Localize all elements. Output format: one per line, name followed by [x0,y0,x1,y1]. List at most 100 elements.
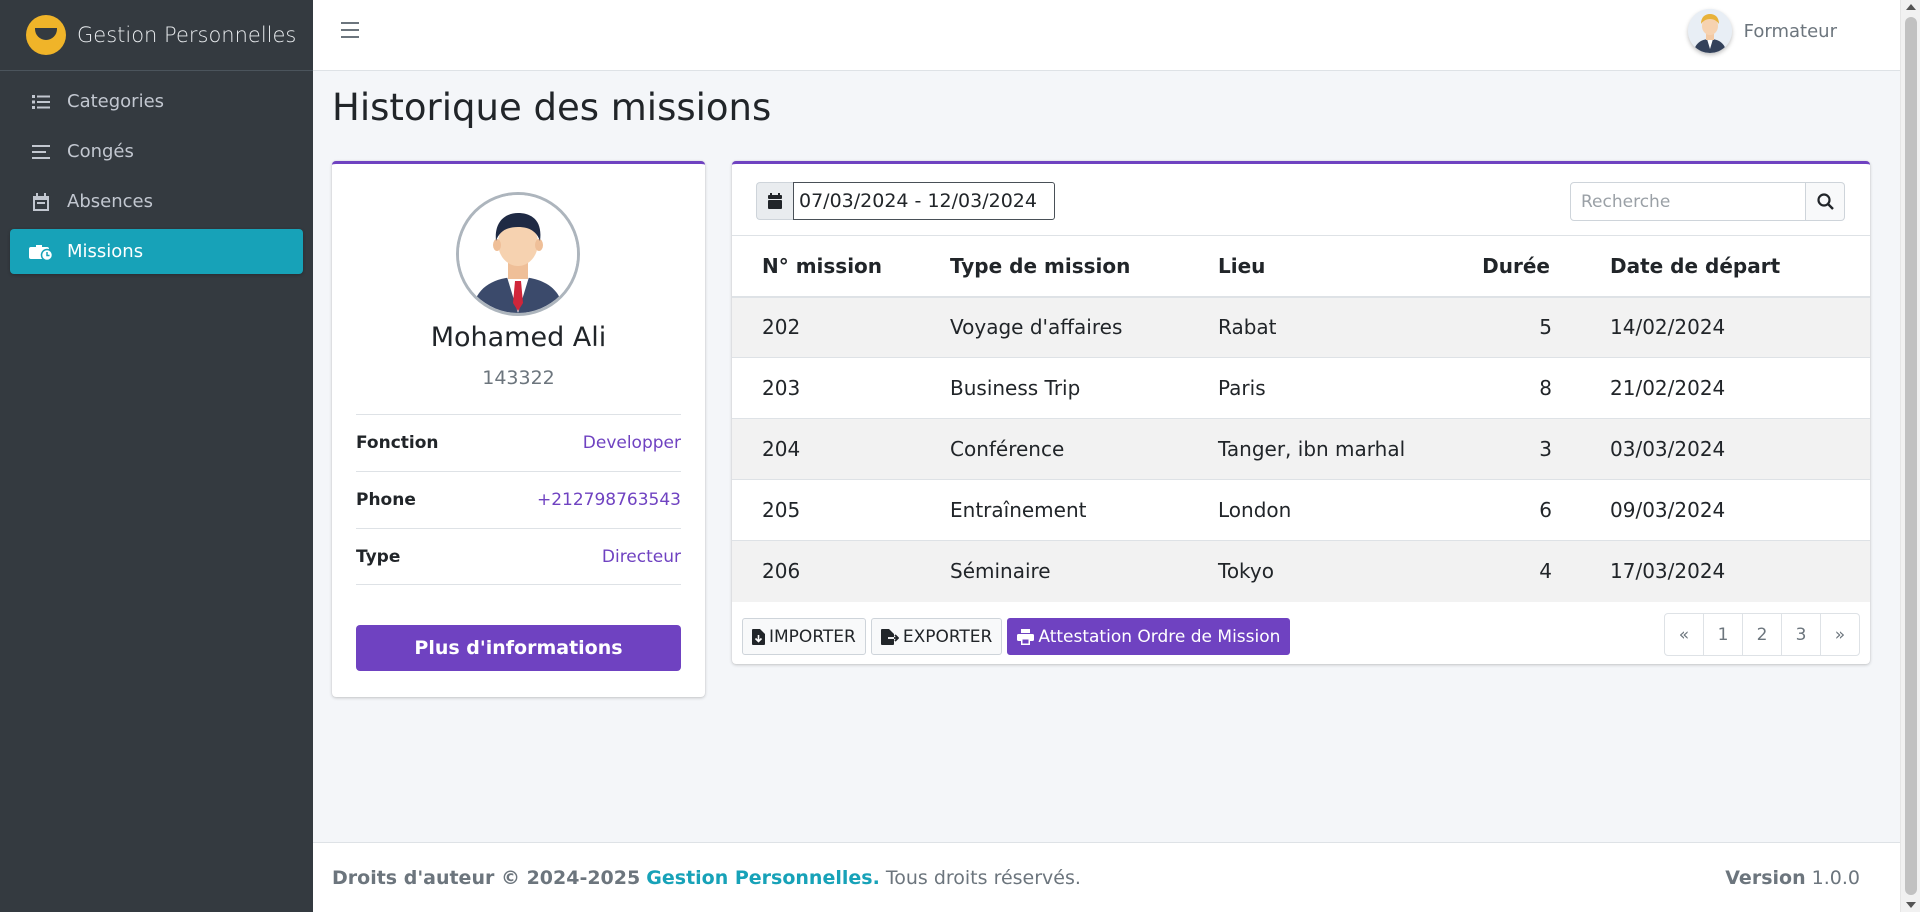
brand-link[interactable]: Gestion Personnelles [0,0,313,71]
field-value: Directeur [601,546,681,567]
date-range-input[interactable] [793,182,1055,220]
footer-copyright: Droits d'auteur © 2024-2025 Gestion Pers… [332,867,1081,889]
field-label: Phone [356,490,416,510]
user-avatar [1687,9,1732,53]
cell-number: 204 [732,418,950,480]
cell-number: 205 [732,479,950,541]
cell-number: 203 [732,357,950,419]
field-value: +212798763543 [536,490,681,510]
cell-location: Rabat [1218,296,1458,358]
cell-type: Entraînement [950,479,1218,541]
scroll-up-icon[interactable] [1906,4,1916,10]
cell-location: Tanger, ibn marhal [1218,418,1458,480]
footer-version: Version 1.0.0 [1725,867,1860,889]
sidebar-item-label: Absences [67,191,153,212]
cell-type: Conférence [950,418,1218,480]
table-row[interactable]: 204 Conférence Tanger, ibn marhal 3 03/0… [732,418,1870,480]
more-info-button[interactable]: Plus d'informations [356,625,681,671]
sidebar-item-label: Missions [67,241,144,262]
version-label: Version [1725,867,1806,889]
calendar-icon[interactable] [756,182,793,220]
pagination: « 1 2 3 » [1664,613,1860,656]
cell-duration: 8 [1458,357,1570,419]
search-button[interactable] [1806,182,1845,221]
column-header-number[interactable]: N° mission [732,235,950,298]
field-label: Fonction [356,433,439,453]
sidebar-item-absences[interactable]: Absences [10,179,303,224]
scroll-down-icon[interactable] [1906,902,1916,908]
cell-duration: 6 [1458,479,1570,541]
cell-number: 206 [732,540,950,602]
date-range-picker [756,182,1055,220]
table-row[interactable]: 202 Voyage d'affaires Rabat 5 14/02/2024 [732,296,1870,358]
page-next[interactable]: » [1820,613,1860,656]
rights-text: Tous droits réservés. [885,867,1081,889]
cell-departure-date: 17/03/2024 [1570,540,1870,602]
cell-number: 202 [732,296,950,358]
sidebar-item-label: Congés [67,141,134,162]
table-row[interactable]: 205 Entraînement London 6 09/03/2024 [732,479,1870,541]
page-3[interactable]: 3 [1781,613,1821,656]
version-number: 1.0.0 [1811,867,1860,889]
profile-name: Mohamed Ali [430,322,607,353]
search-group [1570,182,1845,221]
cell-type: Voyage d'affaires [950,296,1218,358]
import-button[interactable]: IMPORTER [742,618,866,655]
field-label: Type [356,546,401,567]
sidebar: Gestion Personnelles Categories Congés A… [0,0,313,912]
brand-logo-icon [26,15,66,55]
cell-type: Séminaire [950,540,1218,602]
sidebar-item-missions[interactable]: Missions [10,229,303,274]
profile-avatar [456,192,580,316]
table-row[interactable]: 206 Séminaire Tokyo 4 17/03/2024 [732,540,1870,602]
copyright-text: Droits d'auteur © 2024-2025 [332,867,641,889]
briefcase-clock-icon [29,243,53,261]
sidebar-item-conges[interactable]: Congés [10,129,303,174]
attestation-label: Attestation Ordre de Mission [1038,626,1281,647]
list-icon [29,94,53,110]
profile-field-phone: Phone +212798763543 [356,471,681,528]
cell-departure-date: 09/03/2024 [1570,479,1870,541]
page-1[interactable]: 1 [1703,613,1743,656]
bars-icon [29,144,53,159]
file-import-icon [752,628,765,645]
sidebar-item-categories[interactable]: Categories [10,79,303,124]
import-label: IMPORTER [769,626,856,647]
search-icon [1816,193,1834,210]
missions-card: N° mission Type de mission Lieu Durée Da… [732,161,1870,664]
footer: Droits d'auteur © 2024-2025 Gestion Pers… [313,842,1900,912]
profile-card: Mohamed Ali 143322 Fonction Developper P… [332,161,705,697]
table-row[interactable]: 203 Business Trip Paris 8 21/02/2024 [732,357,1870,419]
page-prev[interactable]: « [1664,613,1704,656]
file-export-icon [880,628,899,645]
profile-field-fonction: Fonction Developper [356,414,681,471]
column-header-departure-date[interactable]: Date de départ [1570,235,1870,298]
page-scrollbar[interactable] [1900,0,1920,912]
user-menu[interactable]: Formateur [1687,9,1837,53]
export-button[interactable]: EXPORTER [870,618,1003,655]
footer-brand-link[interactable]: Gestion Personnelles. [646,867,880,889]
attestation-button[interactable]: Attestation Ordre de Mission [1007,618,1291,655]
table-actions: IMPORTER EXPORTER Attestation Ordre de M… [742,618,1291,655]
cell-location: Tokyo [1218,540,1458,602]
search-input[interactable] [1570,182,1806,221]
column-header-type[interactable]: Type de mission [950,235,1218,298]
profile-field-type: Type Directeur [356,528,681,585]
print-icon [1017,628,1035,645]
cell-duration: 5 [1458,296,1570,358]
sidebar-item-label: Categories [67,91,165,112]
page-2[interactable]: 2 [1742,613,1782,656]
top-navbar: Formateur [313,0,1900,71]
cell-duration: 3 [1458,418,1570,480]
profile-id: 143322 [482,367,555,389]
missions-table: N° mission Type de mission Lieu Durée Da… [732,235,1870,602]
export-label: EXPORTER [902,626,993,647]
menu-toggle-icon[interactable] [341,22,359,40]
cell-type: Business Trip [950,357,1218,419]
column-header-location[interactable]: Lieu [1218,235,1458,298]
column-header-duration[interactable]: Durée [1458,235,1570,298]
scrollbar-thumb[interactable] [1905,17,1917,895]
brand-text: Gestion Personnelles [77,23,297,47]
cell-departure-date: 03/03/2024 [1570,418,1870,480]
cell-duration: 4 [1458,540,1570,602]
